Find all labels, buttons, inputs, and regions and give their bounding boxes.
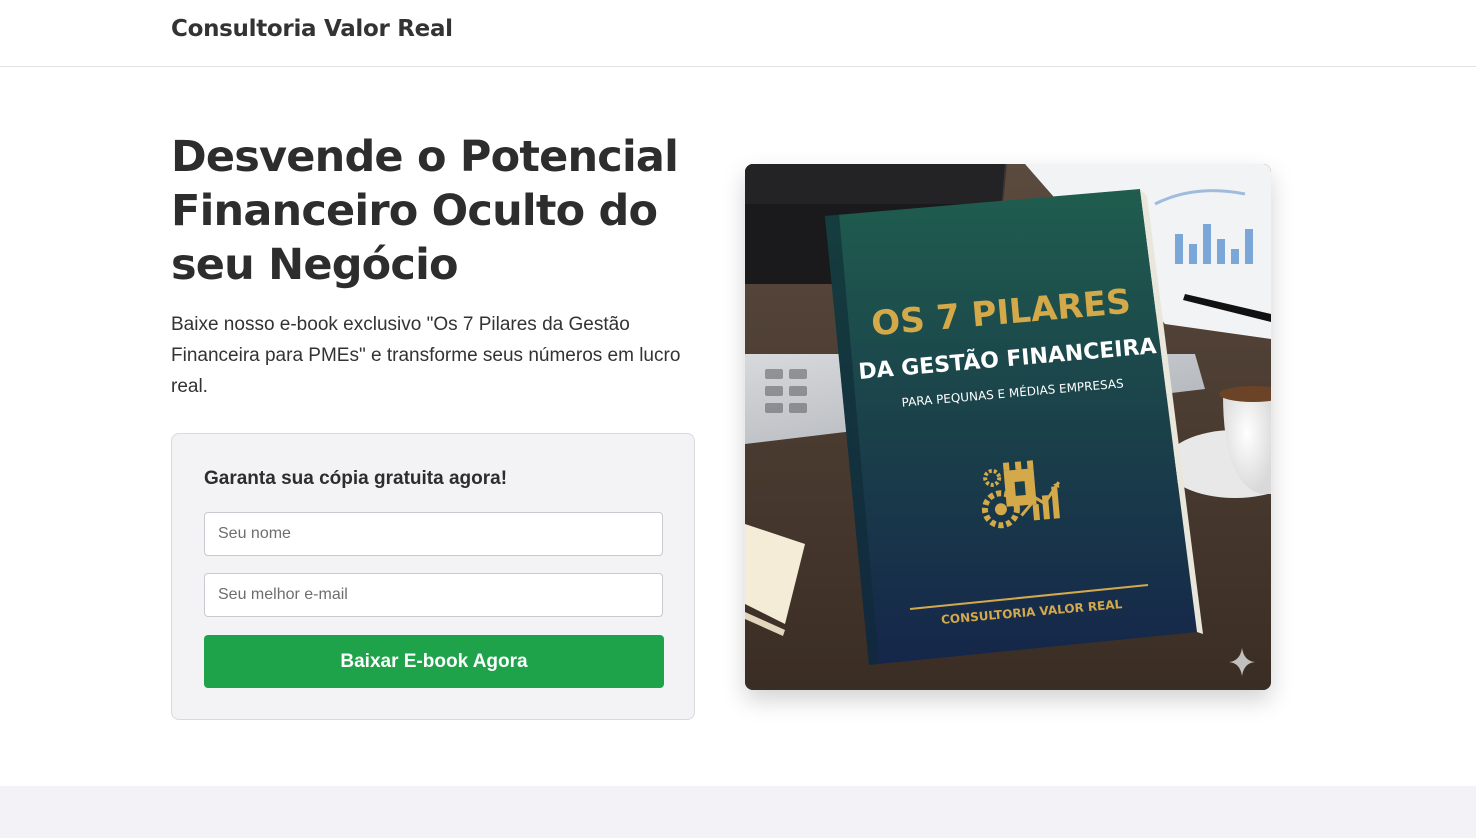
name-input[interactable] bbox=[204, 512, 663, 556]
ebook-mockup-image: OS 7 PILARES DA GESTÃO FINANCEIRA PARA P… bbox=[745, 164, 1271, 690]
hero-description: Baixe nosso e-book exclusivo "Os 7 Pilar… bbox=[171, 314, 681, 397]
form-heading: Garanta sua cópia gratuita agora! bbox=[204, 468, 508, 489]
next-section-band bbox=[0, 786, 1476, 838]
download-ebook-button[interactable]: Baixar E-book Agora bbox=[204, 635, 664, 688]
hero-title: Desvende o Potencial Financeiro Oculto d… bbox=[171, 132, 679, 290]
email-input[interactable] bbox=[204, 573, 663, 617]
site-header: Consultoria Valor Real bbox=[0, 0, 1476, 67]
lead-form-card: Garanta sua cópia gratuita agora! Baixar… bbox=[171, 433, 695, 720]
brand-name[interactable]: Consultoria Valor Real bbox=[171, 16, 453, 42]
